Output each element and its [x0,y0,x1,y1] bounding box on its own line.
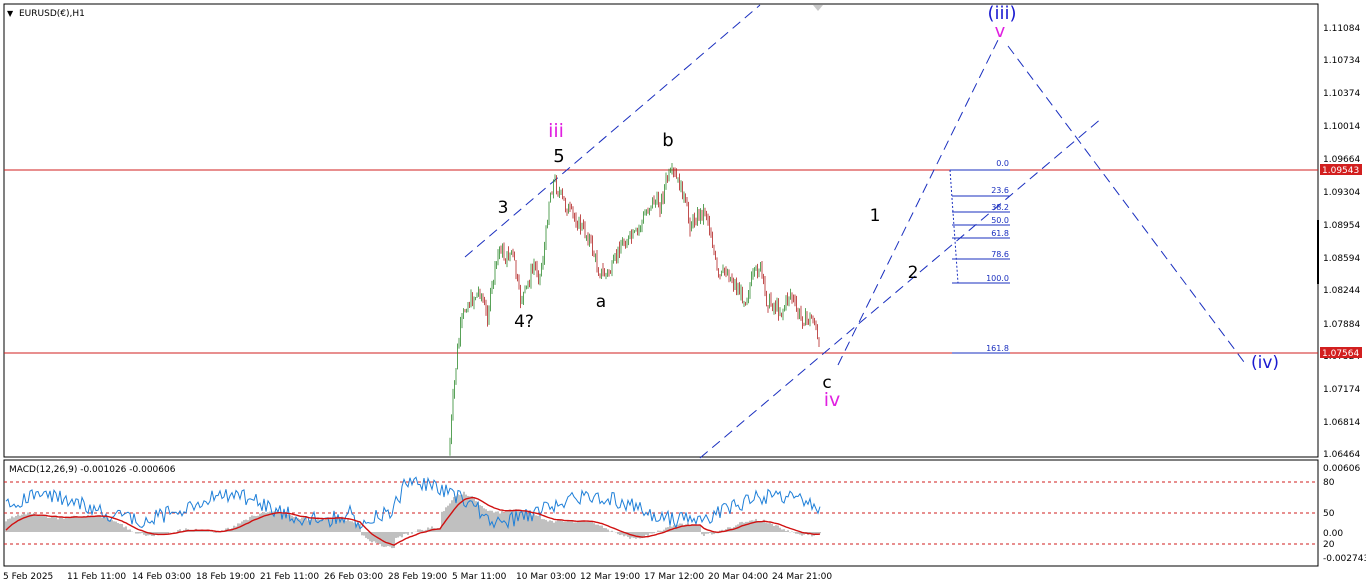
macd-tick: 0.00606 [1323,464,1360,474]
wave-label-3: 3 [498,198,509,218]
price-tick: 1.10374 [1323,89,1360,99]
fib-level-label: 78.6 [991,250,1009,259]
fib-level-label: 161.8 [986,344,1009,353]
time-tick: 18 Feb 19:00 [196,572,255,582]
price-tick: 1.11084 [1323,24,1360,34]
price-tick: 1.06814 [1323,418,1360,428]
fib-level-label: 50.0 [991,216,1009,225]
wave-label-1: 1 [870,206,881,226]
fib-level-label: 23.6 [991,186,1009,195]
price-tick: 1.06464 [1323,450,1360,460]
time-tick: 5 Mar 11:00 [452,572,507,582]
time-tick: 24 Mar 21:00 [772,572,832,582]
price-tick: 1.10734 [1323,56,1360,66]
wave-label-paren-iii: (iii) [987,3,1016,24]
price-tick: 1.09304 [1323,188,1360,198]
symbol-title: EURUSD(€),H1 [19,9,85,19]
dropdown-arrow-icon[interactable]: ▼ [7,9,14,18]
fib-level-label: 0.0 [996,159,1009,168]
macd-tick: 20 [1323,540,1335,550]
time-tick: 11 Feb 11:00 [67,572,126,582]
time-axis: 5 Feb 2025 11 Feb 11:00 14 Feb 03:00 18 … [3,572,832,582]
price-axis: 1.11084 1.10734 1.10374 1.10014 1.09664 … [1323,24,1360,460]
price-tick: 1.08594 [1323,254,1360,264]
time-tick: 20 Mar 04:00 [708,572,768,582]
wave-label-a: a [596,292,606,312]
macd-tick: 0.00 [1323,529,1343,539]
price-pane[interactable] [3,3,1319,458]
price-tick: 1.07174 [1323,385,1360,395]
time-tick: 14 Feb 03:00 [132,572,191,582]
wave-label-5: 5 [553,146,564,167]
time-tick: 21 Feb 11:00 [260,572,319,582]
price-tick: 1.07884 [1323,320,1360,330]
time-tick: 28 Feb 19:00 [388,572,447,582]
wave-label-4q: 4? [514,312,534,332]
fib-level-label: 100.0 [986,274,1009,283]
price-tick: 1.10014 [1323,122,1360,132]
wave-label-v: v [995,21,1006,42]
trading-chart[interactable]: ▼ EURUSD(€),H1 0.0 23.6 38.2 50.0 61.8 7… [0,0,1366,588]
price-tick: 1.08244 [1323,286,1360,296]
fib-level-label: 61.8 [991,229,1009,238]
wave-label-paren-iv: (iv) [1251,353,1279,373]
price-tick: 1.09664 [1323,155,1360,165]
time-tick: 5 Feb 2025 [3,572,53,582]
wave-label-iv: iv [824,389,841,411]
fib-level-label: 38.2 [991,203,1009,212]
macd-tick: -0.002743 [1323,554,1366,564]
price-tick: 1.08954 [1323,221,1360,231]
time-tick: 10 Mar 03:00 [516,572,576,582]
time-tick: 17 Mar 12:00 [644,572,704,582]
price-marker-upper: 1.09543 [1322,166,1359,176]
time-tick: 12 Mar 19:00 [580,572,640,582]
price-marker-lower: 1.07564 [1322,349,1359,359]
macd-tick: 50 [1323,509,1335,519]
macd-title: MACD(12,26,9) -0.001026 -0.000606 [9,465,176,475]
wave-label-iii: iii [548,120,564,142]
wave-label-b: b [662,130,673,151]
time-tick: 26 Feb 03:00 [324,572,383,582]
wave-label-2: 2 [908,263,919,283]
macd-tick: 80 [1323,478,1335,488]
